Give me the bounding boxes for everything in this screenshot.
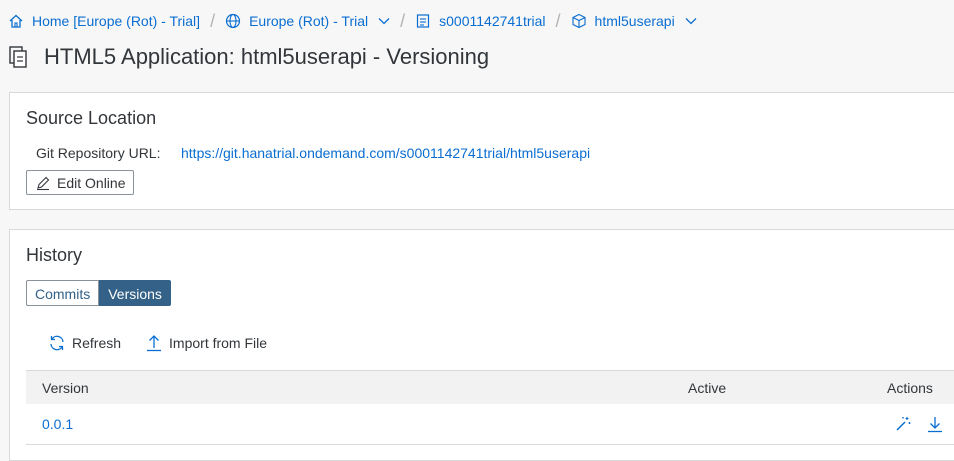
column-header-actions: Actions (887, 380, 933, 396)
chevron-down-icon[interactable] (685, 17, 697, 25)
refresh-label: Refresh (72, 335, 122, 351)
breadcrumb-separator: / (210, 10, 216, 31)
history-panel: History Commits Versions Refresh Import … (9, 229, 954, 461)
breadcrumb-account[interactable]: s0001142741trial (415, 13, 546, 29)
breadcrumb-home-label: Home [Europe (Rot) - Trial] (32, 13, 201, 29)
home-icon (8, 13, 24, 29)
breadcrumb-region[interactable]: Europe (Rot) - Trial (225, 13, 390, 29)
column-header-active[interactable]: Active (688, 380, 726, 396)
cube-icon (571, 13, 587, 29)
edit-online-button[interactable]: Edit Online (26, 170, 135, 195)
edit-pencil-icon (35, 175, 51, 191)
history-title: History (26, 245, 83, 265)
tab-commits[interactable]: Commits (26, 280, 100, 306)
page-header: HTML5 Application: html5userapi - Versio… (8, 44, 489, 70)
upload-icon (145, 334, 163, 352)
page-title: HTML5 Application: html5userapi - Versio… (44, 44, 490, 69)
tab-versions[interactable]: Versions (99, 280, 171, 306)
breadcrumb-app-label: html5userapi (594, 13, 675, 29)
activate-wand-icon[interactable] (894, 415, 912, 433)
breadcrumb: Home [Europe (Rot) - Trial] / Europe (Ro… (8, 8, 697, 34)
edit-online-label: Edit Online (57, 174, 126, 191)
version-link[interactable]: 0.0.1 (42, 416, 73, 432)
table-row[interactable]: 0.0.1 (26, 404, 954, 445)
git-repository-label: Git Repository URL: (36, 145, 161, 161)
breadcrumb-separator: / (400, 10, 406, 31)
refresh-button[interactable]: Refresh (48, 334, 121, 352)
import-from-file-label: Import from File (169, 335, 268, 351)
history-toolbar: Refresh Import from File (48, 334, 291, 352)
breadcrumb-account-label: s0001142741trial (439, 13, 546, 29)
document-copy-icon (8, 45, 30, 69)
breadcrumb-region-label: Europe (Rot) - Trial (249, 13, 369, 29)
chevron-down-icon[interactable] (378, 17, 390, 25)
git-repository-link[interactable]: https://git.hanatrial.ondemand.com/s0001… (181, 145, 590, 161)
source-location-panel: Source Location Git Repository URL: http… (9, 92, 954, 210)
globe-icon (225, 13, 241, 29)
subaccount-icon (415, 13, 431, 29)
column-header-version[interactable]: Version (42, 380, 89, 396)
breadcrumb-separator: / (555, 10, 561, 31)
history-tabs: Commits Versions (26, 280, 171, 306)
breadcrumb-home[interactable]: Home [Europe (Rot) - Trial] (8, 13, 200, 29)
versions-table-header: Version Active Actions (26, 370, 954, 405)
import-from-file-button[interactable]: Import from File (145, 334, 267, 352)
breadcrumb-app[interactable]: html5userapi (571, 13, 697, 29)
download-icon[interactable] (926, 415, 944, 433)
source-location-title: Source Location (26, 108, 157, 128)
refresh-icon (48, 334, 66, 352)
